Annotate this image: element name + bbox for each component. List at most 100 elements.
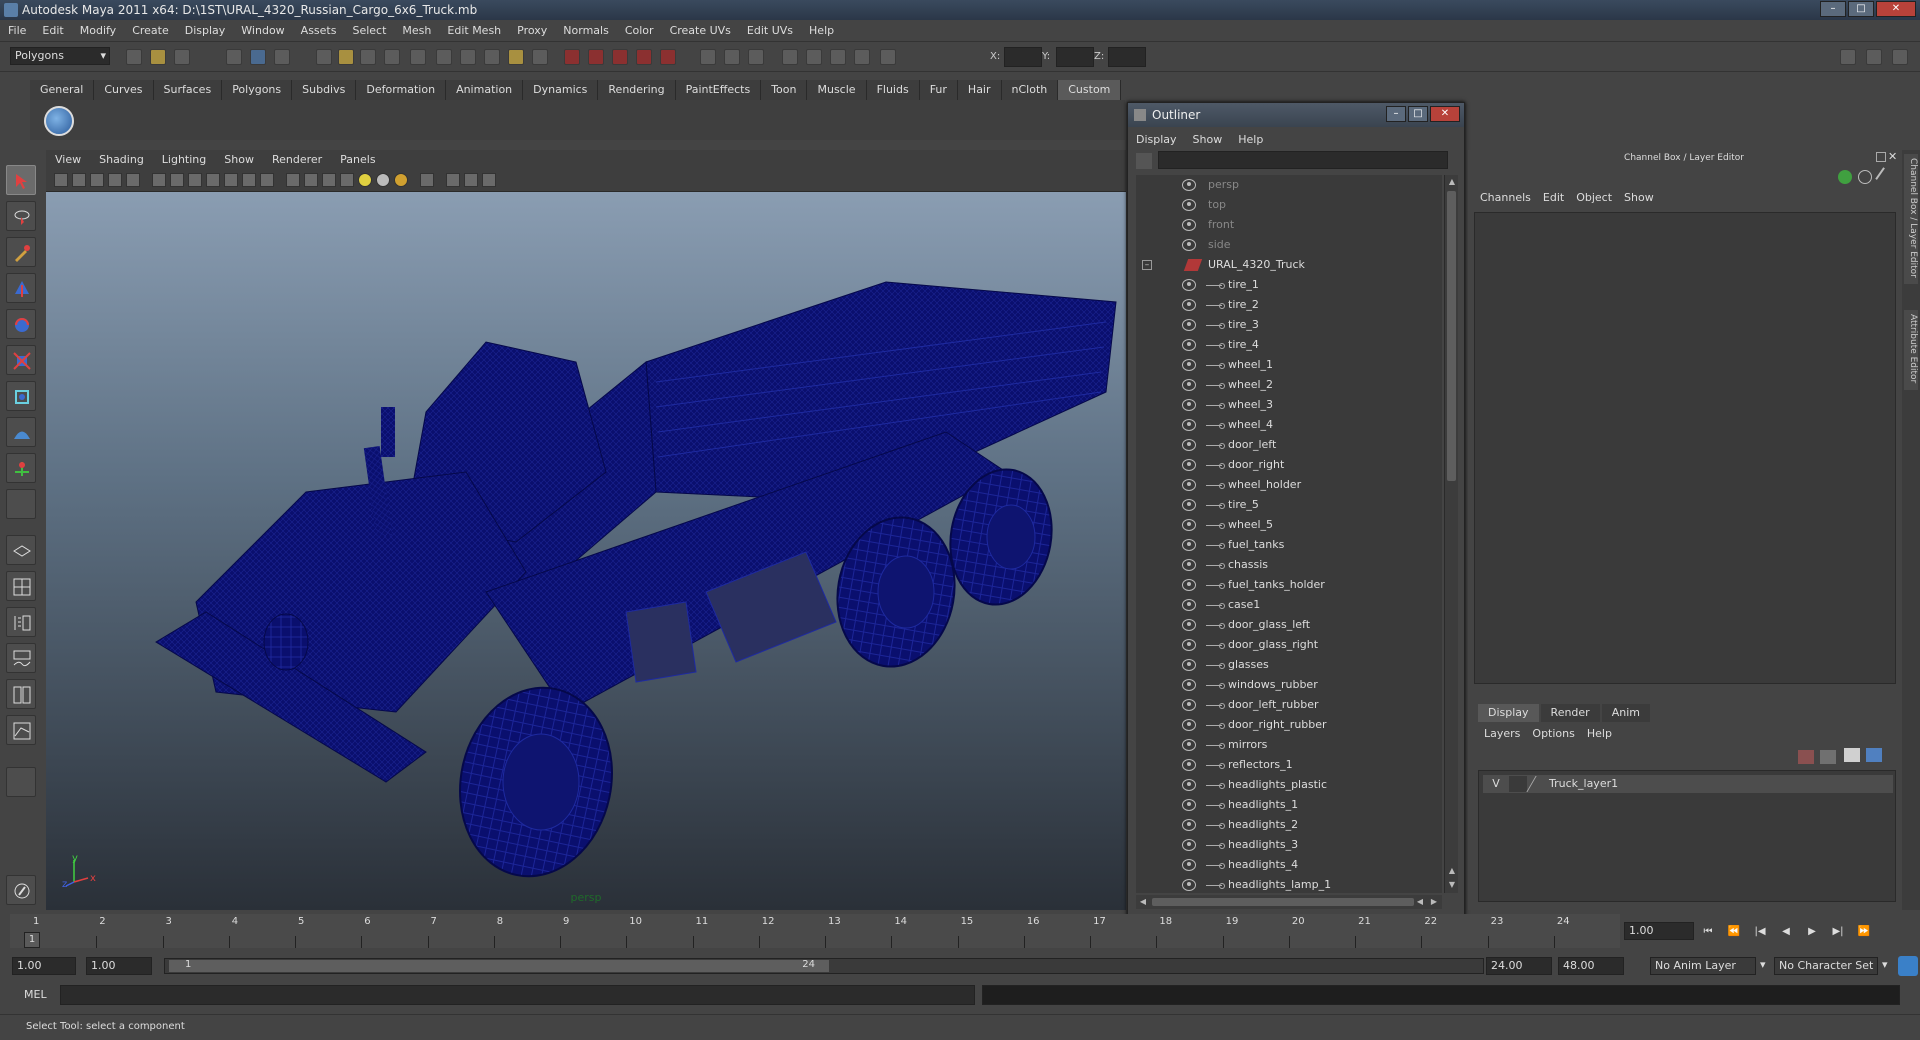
shelf-tab-dynamics[interactable]: Dynamics xyxy=(523,80,599,100)
outliner-menu-help[interactable]: Help xyxy=(1230,131,1271,149)
outliner-horizontal-scrollbar[interactable]: ◀ ◀ ▶ xyxy=(1136,895,1442,909)
layer-name[interactable]: Truck_layer1 xyxy=(1549,775,1618,793)
input-ops-icon[interactable] xyxy=(700,49,716,65)
shelf-tab-polygons[interactable]: Polygons xyxy=(222,80,293,100)
menu-modify[interactable]: Modify xyxy=(72,20,124,42)
toggle-tool-settings-icon[interactable] xyxy=(1866,49,1882,65)
channel-box-menu-object[interactable]: Object xyxy=(1570,188,1618,208)
save-scene-icon[interactable] xyxy=(174,49,190,65)
outliner-item-mesh[interactable]: door_left xyxy=(1136,435,1442,455)
outliner-item-mesh[interactable]: case1 xyxy=(1136,595,1442,615)
menu-set-dropdown[interactable]: Polygons ▾ xyxy=(10,47,110,65)
outliner-item-camera[interactable]: top xyxy=(1136,195,1442,215)
shelf-tab-ncloth[interactable]: nCloth xyxy=(1001,80,1059,100)
select-by-rendering-icon[interactable] xyxy=(484,49,500,65)
select-component-icon[interactable] xyxy=(274,49,290,65)
outliner-item-mesh[interactable]: wheel_2 xyxy=(1136,375,1442,395)
isolate-select-icon[interactable] xyxy=(420,173,434,187)
side-tab-channel-box[interactable]: Channel Box / Layer Editor xyxy=(1904,154,1918,284)
outliner-item-mesh[interactable]: tire_3 xyxy=(1136,315,1442,335)
playback-end-field[interactable]: 24.00 xyxy=(1486,957,1552,975)
outliner-item-mesh[interactable]: door_right_rubber xyxy=(1136,715,1442,735)
render-settings-icon[interactable] xyxy=(854,49,870,65)
outliner-item-mesh[interactable]: wheel_1 xyxy=(1136,355,1442,375)
select-by-surface-icon[interactable] xyxy=(410,49,426,65)
paint-select-tool-icon[interactable] xyxy=(6,237,36,267)
layer-tab-display[interactable]: Display xyxy=(1478,704,1539,722)
scale-tool-icon[interactable] xyxy=(6,345,36,375)
outliner-item-mesh[interactable]: wheel_holder xyxy=(1136,475,1442,495)
lasso-tool-icon[interactable] xyxy=(6,201,36,231)
outliner-hscroll-thumb[interactable] xyxy=(1152,898,1414,906)
animation-start-field[interactable]: 1.00 xyxy=(12,957,76,975)
outliner-item-group[interactable]: – URAL_4320_Truck xyxy=(1136,255,1442,275)
outliner-item-mesh[interactable]: headlights_lamp_1 xyxy=(1136,875,1442,893)
layer-menu-help[interactable]: Help xyxy=(1581,724,1618,744)
pencil-icon[interactable] xyxy=(1875,167,1895,187)
shelf-tab-painteffects[interactable]: PaintEffects xyxy=(675,80,762,100)
outliner-item-mesh[interactable]: wheel_3 xyxy=(1136,395,1442,415)
outliner-vertical-scrollbar[interactable]: ▲ ▲ ▼ xyxy=(1444,175,1458,893)
outliner-item-mesh[interactable]: headlights_2 xyxy=(1136,815,1442,835)
select-camera-icon[interactable] xyxy=(54,173,68,187)
menu-assets[interactable]: Assets xyxy=(293,20,345,42)
y-field[interactable] xyxy=(1056,47,1094,67)
current-frame-field[interactable]: 1.00 xyxy=(1624,922,1694,940)
shelf-tab-animation[interactable]: Animation xyxy=(446,80,524,100)
current-time-marker[interactable]: 1 xyxy=(24,932,40,948)
menu-file[interactable]: File xyxy=(0,20,34,42)
four-view-layout-icon[interactable] xyxy=(6,571,36,601)
command-language-label[interactable]: MEL xyxy=(24,988,47,1001)
viewport-menu-panels[interactable]: Panels xyxy=(331,150,384,170)
outliner-item-mesh[interactable]: tire_5 xyxy=(1136,495,1442,515)
shadows-icon[interactable] xyxy=(376,173,390,187)
outliner-item-mesh[interactable]: headlights_4 xyxy=(1136,855,1442,875)
menu-edit-mesh[interactable]: Edit Mesh xyxy=(439,20,509,42)
bookmarks-icon[interactable] xyxy=(90,173,104,187)
menu-window[interactable]: Window xyxy=(233,20,292,42)
camera-attributes-icon[interactable] xyxy=(72,173,86,187)
snap-curve-icon[interactable] xyxy=(588,49,604,65)
hypershade-layout-icon[interactable] xyxy=(6,679,36,709)
sculpt-tool-icon[interactable] xyxy=(6,875,36,905)
float-panel-icon[interactable] xyxy=(1876,152,1886,162)
universal-manipulator-icon[interactable] xyxy=(6,381,36,411)
transform-input-icon[interactable] xyxy=(880,49,896,65)
layer-tab-render[interactable]: Render xyxy=(1540,704,1600,722)
move-up-layer-icon[interactable] xyxy=(1844,748,1860,762)
channel-box-menu-channels[interactable]: Channels xyxy=(1474,188,1537,208)
minimize-button[interactable]: – xyxy=(1820,1,1846,17)
outliner-item-mesh[interactable]: headlights_1 xyxy=(1136,795,1442,815)
outliner-item-mesh[interactable]: wheel_4 xyxy=(1136,415,1442,435)
new-scene-icon[interactable] xyxy=(126,49,142,65)
menu-display[interactable]: Display xyxy=(177,20,234,42)
play-forward-button[interactable]: ▶ xyxy=(1804,925,1820,939)
shelf-tab-muscle[interactable]: Muscle xyxy=(807,80,867,100)
render-view-icon[interactable] xyxy=(782,49,798,65)
outliner-vscroll-thumb[interactable] xyxy=(1447,191,1456,481)
step-back-frame-button[interactable]: |◀ xyxy=(1752,925,1768,939)
menu-select[interactable]: Select xyxy=(344,20,394,42)
last-tool-icon[interactable] xyxy=(6,489,36,519)
xray-joints-icon[interactable] xyxy=(464,173,478,187)
outliner-item-mesh[interactable]: tire_1 xyxy=(1136,275,1442,295)
play-backward-button[interactable]: ◀ xyxy=(1778,925,1794,939)
shelf-tab-subdivs[interactable]: Subdivs xyxy=(292,80,357,100)
snap-view-plane-icon[interactable] xyxy=(636,49,652,65)
outliner-item-mesh[interactable]: headlights_3 xyxy=(1136,835,1442,855)
persp-graph-layout-icon[interactable] xyxy=(6,643,36,673)
layer-tab-anim[interactable]: Anim xyxy=(1601,704,1650,722)
menu-create[interactable]: Create xyxy=(124,20,177,42)
two-d-pan-zoom-icon[interactable] xyxy=(126,173,140,187)
pick-mask-icon[interactable] xyxy=(316,49,332,65)
shelf-tab-fluids[interactable]: Fluids xyxy=(866,80,920,100)
move-down-layer-icon[interactable] xyxy=(1866,748,1882,762)
outliner-menu-show[interactable]: Show xyxy=(1185,131,1231,149)
menu-edit-uvs[interactable]: Edit UVs xyxy=(739,20,801,42)
field-chart-icon[interactable] xyxy=(224,173,238,187)
time-slider[interactable]: 1 2 3 4 5 6 7 8 9 10 11 12 13 14 15 16 17 18 19 20 21 22 23 24 1 xyxy=(10,914,1620,948)
outliner-close-button[interactable]: ✕ xyxy=(1430,106,1460,122)
rotate-tool-icon[interactable] xyxy=(6,309,36,339)
menu-edit[interactable]: Edit xyxy=(34,20,71,42)
move-tool-icon[interactable] xyxy=(6,273,36,303)
